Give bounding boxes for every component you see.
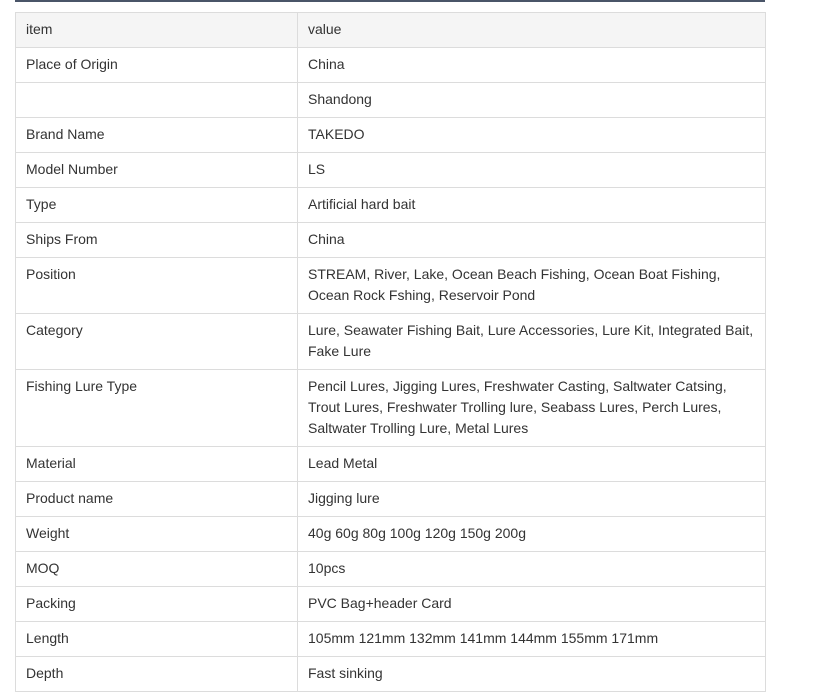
table-row: Packing PVC Bag+header Card [15, 586, 766, 622]
value-cell: Lead Metal [297, 446, 766, 482]
value-cell: Lure, Seawater Fishing Bait, Lure Access… [297, 313, 766, 370]
product-spec-table: item value Place of Origin China Shandon… [15, 12, 766, 692]
table-row: Fishing Lure Type Pencil Lures, Jigging … [15, 369, 766, 447]
header-item-cell: item [15, 12, 298, 48]
value-cell: 10pcs [297, 551, 766, 587]
top-divider [15, 0, 765, 2]
item-cell: Packing [15, 586, 298, 622]
value-cell: PVC Bag+header Card [297, 586, 766, 622]
item-cell: Model Number [15, 152, 298, 188]
item-cell: Material [15, 446, 298, 482]
table-row: Material Lead Metal [15, 446, 766, 482]
value-cell: STREAM, River, Lake, Ocean Beach Fishing… [297, 257, 766, 314]
table-row: Product name Jigging lure [15, 481, 766, 517]
table-row: Position STREAM, River, Lake, Ocean Beac… [15, 257, 766, 314]
header-value-cell: value [297, 12, 766, 48]
table-row: Shandong [15, 82, 766, 118]
value-cell: 105mm 121mm 132mm 141mm 144mm 155mm 171m… [297, 621, 766, 657]
value-cell: China [297, 47, 766, 83]
value-cell: LS [297, 152, 766, 188]
table-header-row: item value [15, 12, 766, 48]
item-cell: Length [15, 621, 298, 657]
value-cell: Artificial hard bait [297, 187, 766, 223]
table-row: Depth Fast sinking [15, 656, 766, 692]
value-cell: China [297, 222, 766, 258]
value-cell: Jigging lure [297, 481, 766, 517]
table-row: Model Number LS [15, 152, 766, 188]
table-row: Place of Origin China [15, 47, 766, 83]
table-row: Brand Name TAKEDO [15, 117, 766, 153]
item-cell: Ships From [15, 222, 298, 258]
item-cell: Category [15, 313, 298, 370]
item-cell: Fishing Lure Type [15, 369, 298, 447]
item-cell [15, 82, 298, 118]
item-cell: Position [15, 257, 298, 314]
table-row: Length 105mm 121mm 132mm 141mm 144mm 155… [15, 621, 766, 657]
item-cell: Product name [15, 481, 298, 517]
item-cell: Brand Name [15, 117, 298, 153]
value-cell: TAKEDO [297, 117, 766, 153]
table-row: Category Lure, Seawater Fishing Bait, Lu… [15, 313, 766, 370]
table-row: Ships From China [15, 222, 766, 258]
item-cell: Place of Origin [15, 47, 298, 83]
value-cell: Fast sinking [297, 656, 766, 692]
table-row: Weight 40g 60g 80g 100g 120g 150g 200g [15, 516, 766, 552]
value-cell: Pencil Lures, Jigging Lures, Freshwater … [297, 369, 766, 447]
value-cell: 40g 60g 80g 100g 120g 150g 200g [297, 516, 766, 552]
item-cell: Depth [15, 656, 298, 692]
item-cell: Weight [15, 516, 298, 552]
item-cell: Type [15, 187, 298, 223]
table-row: Type Artificial hard bait [15, 187, 766, 223]
item-cell: MOQ [15, 551, 298, 587]
value-cell: Shandong [297, 82, 766, 118]
table-row: MOQ 10pcs [15, 551, 766, 587]
